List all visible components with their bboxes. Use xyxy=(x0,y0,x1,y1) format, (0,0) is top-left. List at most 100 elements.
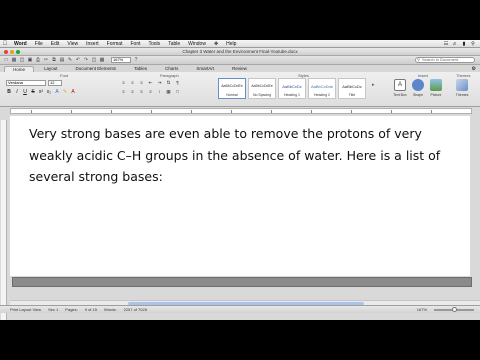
styles-more-icon[interactable]: ▸ xyxy=(372,82,375,88)
toolbox-icon[interactable]: ▦ xyxy=(99,57,105,63)
borders-icon[interactable]: □ xyxy=(174,89,181,95)
menu-file[interactable]: File xyxy=(31,41,47,47)
menu-window[interactable]: Window xyxy=(184,41,210,47)
page-gap xyxy=(12,277,472,287)
format-painter-icon[interactable]: ✎ xyxy=(67,57,73,63)
menu-table[interactable]: Table xyxy=(164,41,184,47)
strikethrough-button[interactable]: S xyxy=(30,89,36,95)
sidebar-icon[interactable]: ◫ xyxy=(91,57,97,63)
bullets-icon[interactable]: ≡ xyxy=(120,80,127,86)
style-name: Heading 2 xyxy=(314,93,330,97)
shape-button[interactable]: Shape xyxy=(410,79,426,103)
ruler-tick xyxy=(391,110,392,113)
menu-insert[interactable]: Insert xyxy=(82,41,103,47)
style-heading-2[interactable]: AaBbCcDde Heading 2 xyxy=(308,78,336,99)
style-heading-1[interactable]: AaBbCcDc Heading 1 xyxy=(278,78,306,99)
bold-button[interactable]: B xyxy=(6,89,12,95)
font-name-select[interactable]: Verdana xyxy=(6,80,46,86)
menu-font[interactable]: Font xyxy=(126,41,144,47)
group-label-insert: Insert xyxy=(418,73,429,78)
line-spacing-icon[interactable]: ↕ xyxy=(156,89,163,95)
group-label-font: Font xyxy=(60,73,69,78)
print-icon[interactable]: ⎙ xyxy=(35,57,41,63)
align-right-icon[interactable]: ≡ xyxy=(138,89,145,95)
sort-icon[interactable]: ⇅ xyxy=(165,80,172,86)
ruler-tick xyxy=(71,110,72,113)
search-icon[interactable]: ⚲ xyxy=(470,41,476,47)
style-title[interactable]: AaBbCcDc Title xyxy=(338,78,366,99)
ribbon-tabs: Home Layout Document Elements Tables Cha… xyxy=(0,65,480,72)
pages-label: Pages: xyxy=(65,307,78,312)
numbering-icon[interactable]: ≡ xyxy=(129,80,136,86)
vertical-ruler[interactable] xyxy=(1,120,7,320)
paste-icon[interactable]: ▤ xyxy=(59,57,65,63)
cut-icon[interactable]: ✂ xyxy=(43,57,49,63)
document-body-text[interactable]: Very strong bases are even able to remov… xyxy=(29,123,469,188)
search-input[interactable]: ⚲ Search in Document xyxy=(415,57,475,63)
apple-icon[interactable]:  xyxy=(0,41,10,47)
view-mode[interactable]: Print Layout View xyxy=(10,307,41,312)
new-document-icon[interactable]: □ xyxy=(3,57,9,63)
menu-help[interactable]: Help xyxy=(222,41,240,47)
superscript-button[interactable]: x² xyxy=(38,89,44,95)
save-icon[interactable]: ▣ xyxy=(27,57,33,63)
undo-icon[interactable]: ↶ xyxy=(75,57,81,63)
words-label: Words: xyxy=(103,307,117,312)
wifi-icon[interactable]: ☷ xyxy=(443,41,449,47)
font-size-select[interactable]: 12 xyxy=(48,80,62,86)
highlight-icon[interactable]: ✎ xyxy=(62,89,68,95)
decrease-indent-icon[interactable]: ⇤ xyxy=(147,80,154,86)
menu-app-name[interactable]: Word xyxy=(10,41,31,47)
script-icon[interactable]: ✥ xyxy=(210,41,222,47)
document-page[interactable]: Very strong bases are even able to remov… xyxy=(10,116,470,276)
ruler-tick xyxy=(231,110,232,113)
zoom-slider[interactable] xyxy=(434,306,474,312)
menu-tools[interactable]: Tools xyxy=(145,41,165,47)
themes-label: Themes xyxy=(455,93,469,97)
themes-button[interactable]: Themes xyxy=(454,79,470,103)
horizontal-ruler[interactable] xyxy=(10,108,472,114)
redo-icon[interactable]: ↷ xyxy=(83,57,89,63)
ruler-tick xyxy=(311,110,312,113)
multilevel-icon[interactable]: ≡ xyxy=(138,80,145,86)
window-titlebar: Chapter 3 Water and the Environment Fina… xyxy=(0,48,480,56)
help-icon[interactable]: ? xyxy=(133,57,139,63)
underline-button[interactable]: U xyxy=(22,89,28,95)
copy-icon[interactable]: ⧉ xyxy=(51,57,57,63)
open-icon[interactable]: ◫ xyxy=(19,57,25,63)
menu-edit[interactable]: Edit xyxy=(47,41,64,47)
align-left-icon[interactable]: ≡ xyxy=(120,89,127,95)
battery-icon[interactable]: ▮ xyxy=(461,41,467,47)
italic-button[interactable]: I xyxy=(14,89,20,95)
text-box-icon: A xyxy=(394,79,406,91)
shading-icon[interactable]: ▦ xyxy=(165,89,172,95)
menu-status-area: ☷ ♬ ▮ ⚲ xyxy=(443,41,480,47)
status-zoom: 167% xyxy=(416,307,427,312)
style-name: Normal xyxy=(226,93,238,97)
align-center-icon[interactable]: ≡ xyxy=(129,89,136,95)
style-name: Heading 1 xyxy=(284,93,300,97)
menu-format[interactable]: Format xyxy=(103,41,127,47)
style-no-spacing[interactable]: AaBbCcDdEe No Spacing xyxy=(248,78,276,99)
document-title: Chapter 3 Water and the Environment Fina… xyxy=(182,49,298,54)
standard-toolbar: □ ▦ ◫ ▣ ⎙ ✂ ⧉ ▤ ✎ ↶ ↷ ◫ ▦ 167% ? ⚲ Searc… xyxy=(0,56,480,65)
increase-indent-icon[interactable]: ⇥ xyxy=(156,80,163,86)
text-effects-icon[interactable]: A xyxy=(54,89,60,95)
style-sample: AaBbCcDc xyxy=(342,84,362,89)
magnifier-icon: ⚲ xyxy=(417,57,420,62)
subscript-button[interactable]: x₂ xyxy=(46,89,52,95)
volume-icon[interactable]: ♬ xyxy=(452,41,458,47)
ruler-tick xyxy=(431,110,432,113)
picture-button[interactable]: Picture xyxy=(428,79,444,103)
style-normal[interactable]: AaBbCcDdEe Normal xyxy=(218,78,246,99)
font-color-icon[interactable]: A xyxy=(70,89,76,95)
justify-icon[interactable]: ≡ xyxy=(147,89,154,95)
words-count[interactable]: 2257 of 7025 xyxy=(124,307,147,312)
show-marks-icon[interactable]: ¶ xyxy=(174,80,181,86)
picture-label: Picture xyxy=(430,93,442,97)
templates-icon[interactable]: ▦ xyxy=(11,57,17,63)
text-box-button[interactable]: A Text Box xyxy=(392,79,408,103)
menu-view[interactable]: View xyxy=(63,41,82,47)
zoom-field[interactable]: 167% xyxy=(111,57,131,63)
zoom-slider-knob[interactable] xyxy=(452,306,457,312)
